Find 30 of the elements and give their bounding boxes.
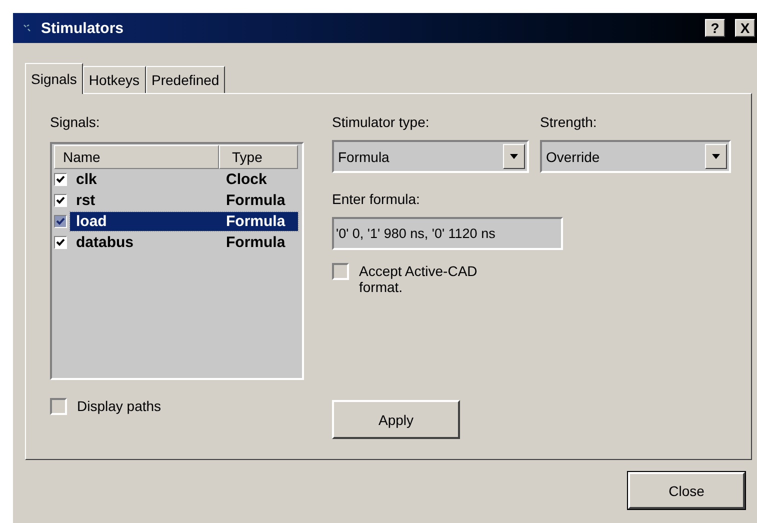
tab[interactable]: Hotkeys bbox=[82, 66, 146, 93]
apply-button[interactable]: Apply bbox=[332, 400, 460, 439]
tab[interactable]: Signals bbox=[25, 63, 83, 94]
checkbox[interactable] bbox=[54, 194, 67, 207]
checkbox[interactable] bbox=[54, 215, 67, 228]
tab[interactable]: Predefined bbox=[146, 66, 226, 93]
checkbox[interactable] bbox=[54, 236, 67, 249]
formula-field[interactable]: '0' 0, '1' 980 ns, '0' 1120 ns bbox=[332, 217, 563, 250]
checkbox[interactable] bbox=[332, 263, 349, 280]
signal-row[interactable]: rst Formula bbox=[70, 191, 298, 210]
checkbox-label: Display paths bbox=[77, 398, 162, 414]
column-header[interactable]: Name bbox=[54, 145, 219, 169]
field-label: Strength: bbox=[540, 114, 598, 130]
close-button[interactable]: X bbox=[735, 19, 755, 37]
window-title: Stimulators bbox=[41, 20, 125, 36]
signal-row[interactable]: clk Clock bbox=[70, 170, 298, 189]
dropdown[interactable]: Formula bbox=[332, 140, 529, 173]
signal-row[interactable]: load Formula bbox=[70, 212, 298, 231]
close-button[interactable]: Close bbox=[628, 472, 745, 509]
field-label: Stimulator type: bbox=[332, 114, 430, 130]
field-label: Enter formula: bbox=[332, 191, 421, 207]
dropdown[interactable]: Override bbox=[540, 140, 731, 173]
checkbox-label: Accept Active-CAD format. bbox=[359, 263, 478, 295]
checkbox[interactable] bbox=[54, 173, 67, 186]
checkbox[interactable] bbox=[50, 398, 67, 415]
app-icon bbox=[23, 23, 33, 33]
column-header[interactable]: Type bbox=[219, 145, 298, 169]
signal-row[interactable]: databus Formula bbox=[70, 233, 298, 252]
help-button[interactable]: ? bbox=[705, 19, 725, 37]
signals-label: Signals: bbox=[50, 114, 101, 130]
